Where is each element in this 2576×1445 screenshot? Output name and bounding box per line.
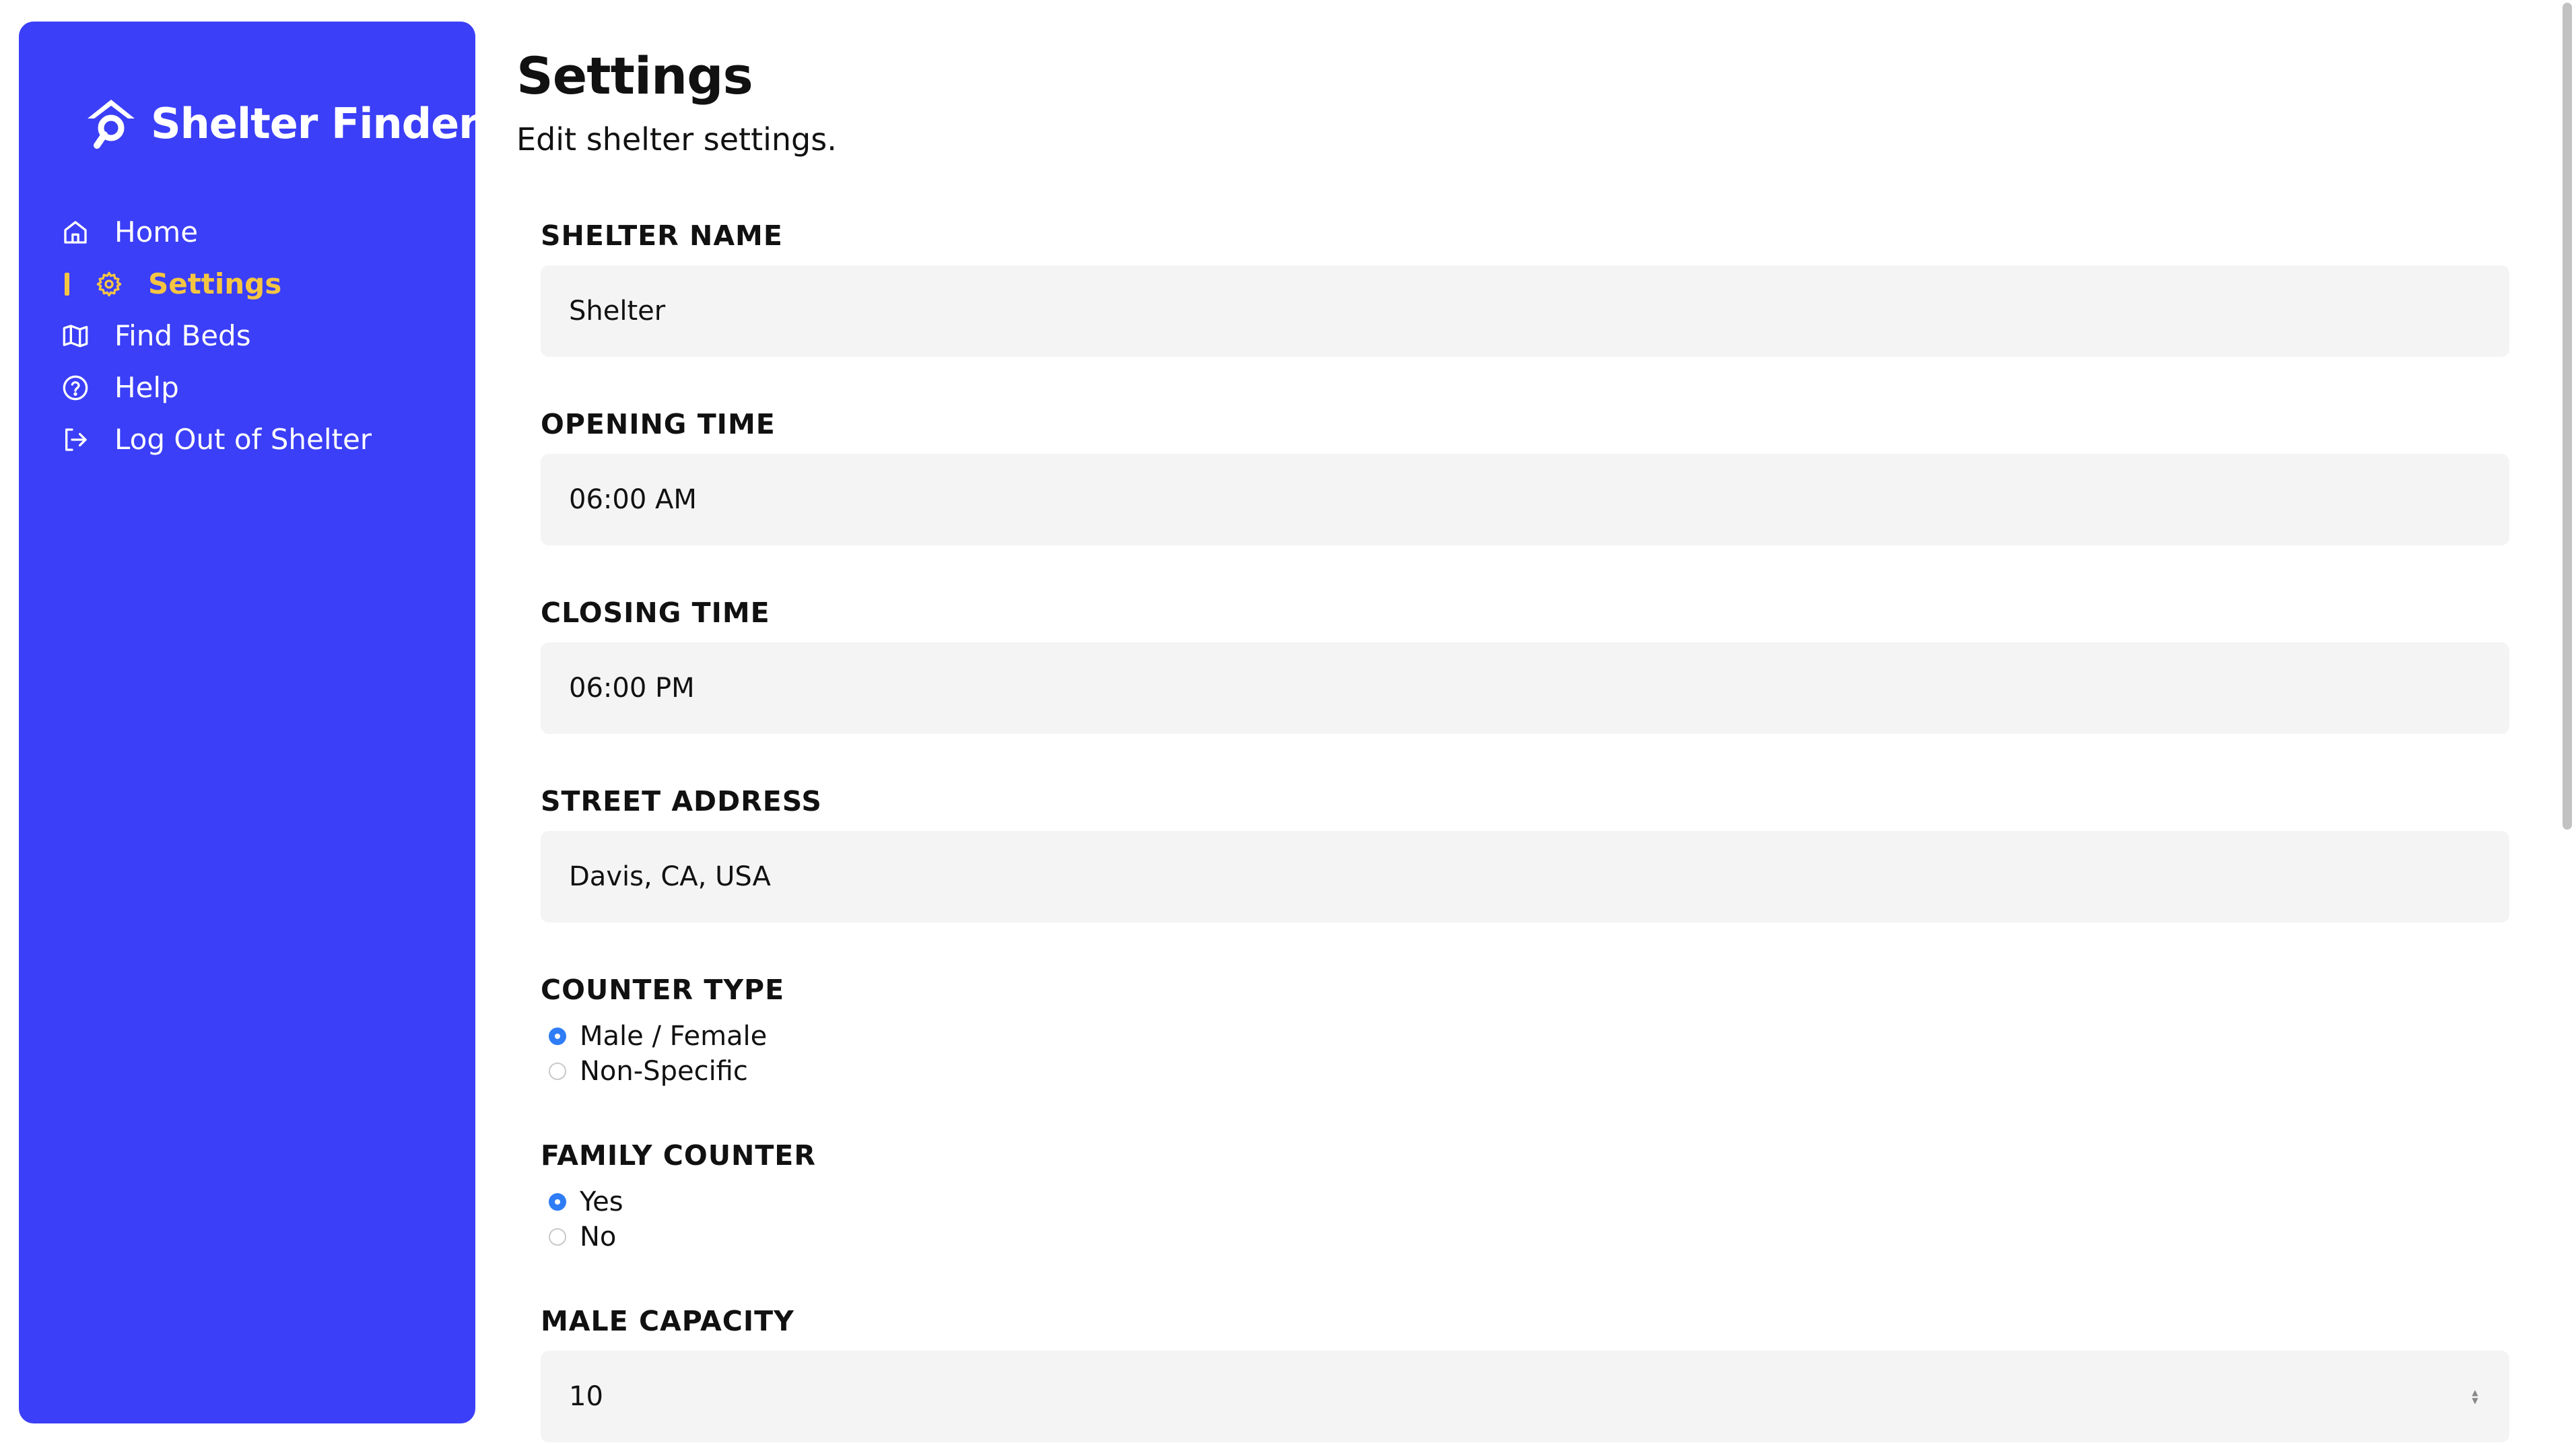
gear-icon: [94, 269, 124, 299]
sidebar-item-logout[interactable]: Log Out of Shelter: [44, 413, 462, 465]
home-icon: [61, 217, 90, 247]
shelter-logo-icon: [88, 100, 135, 149]
sidebar-item-find-beds[interactable]: Find Beds: [44, 310, 462, 362]
page-title: Settings: [516, 46, 753, 106]
sidebar-nav: Home Settings Find Beds Help Log Out of …: [44, 206, 462, 465]
radio-label: Non-Specific: [580, 1056, 748, 1087]
male-capacity-label: MALE CAPACITY: [541, 1305, 794, 1337]
counter-type-option-male-female[interactable]: Male / Female: [549, 1021, 767, 1052]
male-capacity-value: 10: [569, 1381, 603, 1412]
shelter-name-input[interactable]: Shelter: [541, 265, 2509, 357]
page-subtitle: Edit shelter settings.: [516, 121, 837, 158]
family-counter-label: FAMILY COUNTER: [541, 1139, 816, 1172]
sidebar-item-label: Help: [114, 371, 179, 404]
spinner-down-icon[interactable]: ▼: [2472, 1397, 2478, 1405]
sidebar-item-label: Find Beds: [114, 319, 251, 352]
family-counter-option-yes[interactable]: Yes: [549, 1186, 623, 1217]
street-address-label: STREET ADDRESS: [541, 785, 822, 817]
radio-label: Yes: [580, 1186, 623, 1217]
number-spinner[interactable]: ▲ ▼: [2469, 1386, 2481, 1407]
logout-icon: [61, 425, 90, 455]
radio-button[interactable]: [549, 1193, 566, 1211]
closing-time-label: CLOSING TIME: [541, 597, 770, 629]
sidebar-item-home[interactable]: Home: [44, 206, 462, 258]
closing-time-value: 06:00 PM: [569, 673, 695, 704]
brand-logo[interactable]: Shelter Finder: [85, 97, 479, 149]
street-address-input[interactable]: Davis, CA, USA: [541, 831, 2509, 922]
map-icon: [61, 321, 90, 351]
sidebar: Shelter Finder Home Settings Find Beds H…: [19, 22, 479, 1423]
shelter-name-label: SHELTER NAME: [541, 220, 783, 252]
radio-button[interactable]: [549, 1028, 566, 1045]
radio-label: No: [580, 1221, 617, 1252]
family-counter-option-no[interactable]: No: [549, 1221, 616, 1252]
male-capacity-input[interactable]: 10 ▲ ▼: [541, 1351, 2509, 1442]
radio-label: Male / Female: [580, 1021, 768, 1052]
closing-time-input[interactable]: 06:00 PM: [541, 642, 2509, 734]
sidebar-item-label: Settings: [148, 267, 282, 300]
brand-name: Shelter Finder: [151, 98, 479, 148]
help-circle-icon: [61, 373, 90, 403]
radio-button[interactable]: [549, 1228, 566, 1246]
radio-button[interactable]: [549, 1063, 566, 1080]
opening-time-label: OPENING TIME: [541, 408, 776, 440]
sidebar-item-label: Log Out of Shelter: [114, 423, 372, 456]
street-address-value: Davis, CA, USA: [569, 861, 771, 892]
opening-time-input[interactable]: 06:00 AM: [541, 454, 2509, 545]
shelter-name-value: Shelter: [569, 296, 666, 327]
scrollbar-thumb[interactable]: [2563, 3, 2572, 830]
active-indicator: [65, 273, 69, 296]
sidebar-item-label: Home: [114, 215, 199, 248]
sidebar-item-help[interactable]: Help: [44, 362, 462, 413]
counter-type-option-non-specific[interactable]: Non-Specific: [549, 1056, 748, 1087]
counter-type-label: COUNTER TYPE: [541, 974, 785, 1006]
sidebar-item-settings[interactable]: Settings: [44, 258, 462, 310]
opening-time-value: 06:00 AM: [569, 484, 697, 515]
